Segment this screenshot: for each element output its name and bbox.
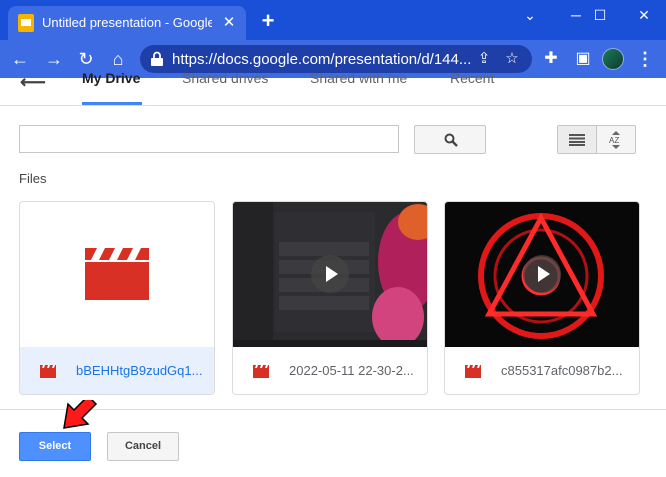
tab-recent[interactable]: Recent [450, 70, 494, 86]
file-name: bBEHHtgB9zudGq1... [76, 363, 203, 378]
file-name: 2022-05-11 22-30-2... [289, 363, 414, 378]
tabs-divider [0, 105, 666, 106]
extensions-icon[interactable]: ✚ [540, 48, 562, 70]
reload-icon[interactable]: ↻ [74, 47, 98, 71]
file-thumbnail [20, 202, 214, 347]
new-tab-icon[interactable]: + [254, 8, 282, 36]
url-text: https://docs.google.com/presentation/d/1… [172, 51, 472, 68]
profile-avatar[interactable] [602, 48, 624, 70]
tab-shared-drives[interactable]: Shared drives [182, 70, 268, 86]
tab-my-drive[interactable]: My Drive [82, 70, 140, 86]
close-tab-icon[interactable]: ✕ [220, 14, 238, 32]
cancel-button[interactable]: Cancel [107, 432, 179, 461]
file-card[interactable]: c855317afc0987b2... [444, 201, 640, 395]
search-icon [444, 133, 458, 147]
picker-back-icon[interactable]: ⟵ [20, 72, 46, 92]
sort-az-icon: AZ [609, 131, 620, 149]
search-button[interactable] [414, 125, 486, 154]
bookmark-star-icon[interactable]: ☆ [502, 49, 522, 69]
search-input[interactable] [19, 125, 399, 153]
video-file-icon [253, 365, 269, 378]
play-icon[interactable] [523, 255, 561, 293]
side-panel-icon[interactable]: ▣ [572, 48, 594, 70]
file-caption: c855317afc0987b2... [445, 347, 639, 394]
file-name: c855317afc0987b2... [501, 363, 623, 378]
files-section-label: Files [19, 171, 47, 186]
list-view-icon [569, 134, 585, 146]
back-icon[interactable]: ← [8, 47, 32, 71]
forward-icon[interactable]: → [42, 47, 66, 71]
tab-shared-with-me[interactable]: Shared with me [310, 70, 407, 86]
file-caption: 2022-05-11 22-30-2... [233, 347, 427, 394]
video-file-icon [465, 365, 481, 378]
svg-text:AZ: AZ [609, 136, 619, 145]
pointer-arrow-icon [63, 400, 98, 429]
play-icon[interactable] [311, 255, 349, 293]
file-caption: bBEHHtgB9zudGq1... [20, 347, 214, 394]
maximize-icon[interactable]: ☐ [578, 0, 622, 32]
list-view-button[interactable] [557, 125, 597, 154]
lock-icon [151, 51, 163, 66]
browser-tab[interactable]: Untitled presentation - Google Sl ✕ [8, 6, 246, 40]
tab-search-icon[interactable]: ⌄ [508, 0, 552, 32]
more-menu-icon[interactable]: ⋮ [636, 48, 654, 70]
close-window-icon[interactable]: ✕ [622, 0, 666, 32]
home-icon[interactable]: ⌂ [106, 47, 130, 71]
video-file-icon [40, 365, 56, 378]
slides-favicon-icon [18, 14, 34, 32]
picker-tabs: ⟵ My Drive Shared drives Shared with me … [0, 70, 666, 105]
tab-title: Untitled presentation - Google Sl [42, 15, 212, 30]
share-icon[interactable]: ⇪ [474, 49, 494, 69]
browser-tab-strip: Untitled presentation - Google Sl ✕ + ⌄ … [0, 0, 666, 40]
file-card[interactable]: 2022-05-11 22-30-2... [232, 201, 428, 395]
drive-file-picker: ⟵ My Drive Shared drives Shared with me … [0, 70, 666, 477]
file-card[interactable]: bBEHHtgB9zudGq1... [19, 201, 215, 395]
address-bar[interactable]: https://docs.google.com/presentation/d/1… [140, 45, 532, 73]
sort-button[interactable]: AZ [596, 125, 636, 154]
video-clapper-icon [85, 248, 149, 300]
